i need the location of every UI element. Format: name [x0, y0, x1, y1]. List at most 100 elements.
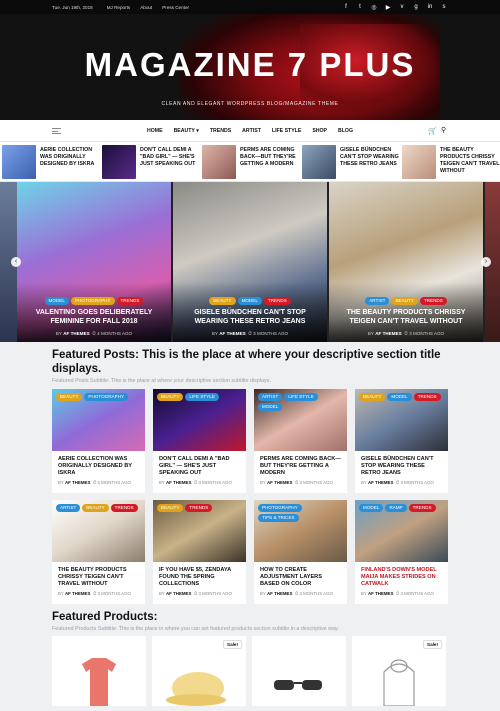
nav-item-trends[interactable]: TRENDS — [210, 128, 231, 134]
ticker-title[interactable]: AERIE COLLECTION WAS ORIGINALLY DESIGNED… — [40, 145, 104, 179]
tag[interactable]: ARTIST — [258, 393, 283, 401]
post-card[interactable]: BEAUTY TRENDS IF YOU HAVE $5, ZENDAYA FOUN… — [153, 500, 246, 604]
slider-prev-arrow-icon[interactable]: ‹ — [11, 257, 21, 267]
post-author[interactable]: AF THEMES — [65, 591, 90, 596]
tag[interactable]: LIFE STYLE — [284, 393, 318, 401]
tag[interactable]: LIFE STYLE — [185, 393, 219, 401]
post-title[interactable]: GISELE BÜNDCHEN CAN'T STOP WEARING THESE… — [361, 456, 443, 478]
tag[interactable]: BEAUTY — [157, 504, 184, 512]
post-card[interactable]: BEAUTY LIFE STYLE DON'T CALL DEMI A "BAD G… — [153, 389, 246, 493]
post-title[interactable]: FINLAND'S DOWN'S MODEL MAIJA MAKES STRID… — [361, 567, 443, 589]
top-link-mj-reports[interactable]: MJ Reports — [107, 5, 131, 10]
sunglasses-image[interactable] — [252, 636, 346, 706]
ticker-thumbnail[interactable] — [2, 145, 36, 179]
tag[interactable]: MODEL — [237, 297, 262, 305]
tag[interactable]: MODEL — [44, 297, 69, 305]
hamburger-menu-icon[interactable] — [52, 128, 61, 134]
tag[interactable]: TRENDS — [408, 504, 436, 512]
tag[interactable]: ARTIST — [365, 297, 390, 305]
post-author[interactable]: AF THEMES — [166, 480, 191, 485]
tag[interactable]: BEAUTY — [56, 393, 83, 401]
skype-icon[interactable]: s — [440, 3, 448, 11]
twitter-icon[interactable]: t — [356, 3, 364, 11]
post-title[interactable]: IF YOU HAVE $5, ZENDAYA FOUND THE SPRING… — [159, 567, 241, 589]
tag[interactable]: TRENDS — [116, 297, 144, 305]
tag[interactable]: TRENDS — [185, 504, 213, 512]
product-card[interactable] — [52, 636, 146, 706]
search-icon[interactable]: ⚲ — [441, 126, 446, 134]
ticker-thumbnail[interactable] — [202, 145, 236, 179]
tag[interactable]: BEAUTY — [359, 393, 386, 401]
post-card[interactable]: PHOTOGRAPHY TIPS & TRICKS HOW TO CREATE AD… — [254, 500, 347, 604]
instagram-icon[interactable]: ◎ — [370, 3, 378, 11]
tag[interactable]: BEAUTY — [209, 297, 236, 305]
googleplus-icon[interactable]: g — [412, 3, 420, 11]
product-card[interactable] — [252, 636, 346, 706]
ticker-title[interactable]: DON'T CALL DEMI A "BAD GIRL" — SHE'S JUS… — [140, 145, 204, 179]
tag[interactable]: TRENDS — [110, 504, 138, 512]
post-author[interactable]: AF THEMES — [65, 480, 90, 485]
top-link-about[interactable]: About — [140, 5, 152, 10]
post-author[interactable]: AF THEMES — [267, 480, 292, 485]
tag[interactable]: PHOTOGRAPHY — [70, 297, 115, 305]
ticker-thumbnail[interactable] — [402, 145, 436, 179]
ticker-title[interactable]: THE BEAUTY PRODUCTS CHRISSY TEIGEN CAN'T… — [440, 145, 500, 179]
ticker-title[interactable]: PERMS ARE COMING BACK—BUT THEY'RE GETTIN… — [240, 145, 304, 179]
post-title[interactable]: DON'T CALL DEMI A "BAD GIRL" — SHE'S JUS… — [159, 456, 241, 478]
tag[interactable]: BEAUTY — [391, 297, 418, 305]
vk-icon[interactable]: v — [398, 3, 406, 11]
slide-title[interactable]: VALENTINO GOES DELIBERATELY FEMININE FOR… — [17, 308, 171, 326]
slide-author[interactable]: AF THEMES — [219, 331, 246, 336]
youtube-icon[interactable]: ▶ — [384, 3, 392, 11]
ticker-item[interactable]: AERIE COLLECTION WAS ORIGINALLY DESIGNED… — [2, 145, 104, 179]
post-card[interactable]: BEAUTY PHOTOGRAPHY AERIE COLLECTION WAS OR… — [52, 389, 145, 493]
ticker-title[interactable]: GISELE BÜNDCHEN CAN'T STOP WEARING THESE… — [340, 145, 404, 179]
nav-item-blog[interactable]: BLOG — [338, 128, 353, 134]
tag[interactable]: TRENDS — [263, 297, 291, 305]
slide[interactable]: BEAUTY MODEL TRENDS GISELE BÜNDCHEN CAN'… — [173, 182, 327, 342]
ticker-thumbnail[interactable] — [302, 145, 336, 179]
tag[interactable]: TRENDS — [413, 393, 441, 401]
tag[interactable]: BEAUTY — [82, 504, 109, 512]
nav-item-shop[interactable]: SHOP — [312, 128, 327, 134]
post-card[interactable]: ARTIST LIFE STYLE MODEL PERMS ARE COMING BA… — [254, 389, 347, 493]
tag[interactable]: PHOTOGRAPHY — [258, 504, 302, 512]
post-author[interactable]: AF THEMES — [267, 591, 292, 596]
tag[interactable]: ARTIST — [56, 504, 81, 512]
ticker-thumbnail[interactable] — [102, 145, 136, 179]
top-link-press-center[interactable]: Press Center — [162, 5, 189, 10]
post-author[interactable]: AF THEMES — [166, 591, 191, 596]
slide-title[interactable]: GISELE BÜNDCHEN CAN'T STOP WEARING THESE… — [173, 308, 327, 326]
slide[interactable]: MODEL PHOTOGRAPHY TRENDS VALENTINO GOES … — [17, 182, 171, 342]
cart-icon[interactable]: 🛒 — [428, 127, 437, 135]
tag[interactable]: TRENDS — [419, 297, 447, 305]
post-title[interactable]: AERIE COLLECTION WAS ORIGINALLY DESIGNED… — [58, 456, 140, 478]
tag[interactable]: MODEL — [258, 403, 283, 411]
facebook-icon[interactable]: f — [342, 3, 350, 11]
slide[interactable]: ARTIST BEAUTY TRENDS THE BEAUTY PRODUCTS… — [329, 182, 483, 342]
tag[interactable]: MODEL — [387, 393, 412, 401]
post-card[interactable]: MODEL RAMP TRENDS FINLAND'S DOWN'S MODEL MA… — [355, 500, 448, 604]
tag[interactable]: TIPS & TRICKS — [258, 514, 299, 522]
product-card[interactable]: Sale! — [352, 636, 446, 707]
tag[interactable]: MODEL — [359, 504, 384, 512]
nav-item-beauty[interactable]: BEAUTY ▾ — [174, 128, 199, 134]
nav-item-artist[interactable]: ARTIST — [242, 128, 261, 134]
slide-title[interactable]: THE BEAUTY PRODUCTS CHRISSY TEIGEN CAN'T… — [329, 308, 483, 326]
tshirt-image[interactable] — [52, 636, 146, 706]
ticker-item[interactable]: THE BEAUTY PRODUCTS CHRISSY TEIGEN CAN'T… — [402, 145, 500, 179]
post-author[interactable]: AF THEMES — [368, 480, 393, 485]
site-title[interactable]: MAGAZINE 7 PLUS — [0, 46, 500, 84]
slider-next-arrow-icon[interactable]: › — [481, 257, 491, 267]
post-card[interactable]: BEAUTY MODEL TRENDS GISELE BÜNDCHEN CAN'T S… — [355, 389, 448, 493]
tag[interactable]: PHOTOGRAPHY — [84, 393, 129, 401]
post-title[interactable]: PERMS ARE COMING BACK—BUT THEY'RE GETTIN… — [260, 456, 342, 478]
tag[interactable]: BEAUTY — [157, 393, 184, 401]
ticker-item[interactable]: DON'T CALL DEMI A "BAD GIRL" — SHE'S JUS… — [102, 145, 204, 179]
post-title[interactable]: THE BEAUTY PRODUCTS CHRISSY TEIGEN CAN'T… — [58, 567, 140, 589]
tag[interactable]: RAMP — [385, 504, 407, 512]
ticker-item[interactable]: PERMS ARE COMING BACK—BUT THEY'RE GETTIN… — [202, 145, 304, 179]
post-card[interactable]: ARTIST BEAUTY TRENDS THE BEAUTY PRODUCTS CH… — [52, 500, 145, 604]
slide-author[interactable]: AF THEMES — [375, 331, 402, 336]
post-author[interactable]: AF THEMES — [368, 591, 393, 596]
